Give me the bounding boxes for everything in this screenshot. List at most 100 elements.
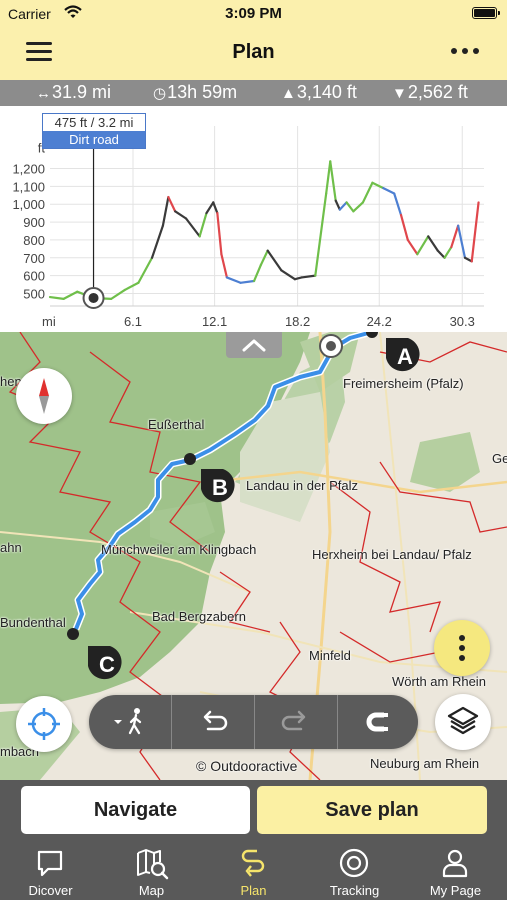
expand-profile-button[interactable] [226,332,282,358]
place-label: Ge [492,451,507,466]
my-location-button[interactable] [16,696,72,752]
compass-icon [39,378,49,414]
ascent-icon: ▲ [281,85,296,102]
profile-tooltip: 475 ft / 3.2 mi Dirt road [42,113,146,149]
profile-segment [361,181,374,204]
route-stats-bar: ↔31.9 mi ◷13h 59m ▲3,140 ft ▼2,562 ft [0,80,507,106]
profile-segment [382,187,396,195]
place-label: Wörth am Rhein [392,674,486,689]
record-target-icon [339,848,369,878]
place-label: Neuburg am Rhein [370,756,480,771]
stat-distance: ↔31.9 mi [36,82,112,102]
profile-segment [406,238,419,256]
undo-button[interactable] [172,695,254,749]
place-label: Bundenthal [0,615,66,630]
profile-segment [470,201,480,263]
redo-button[interactable] [255,695,337,749]
x-tick-label: 24.2 [367,314,392,329]
profile-segment [325,160,332,195]
navigate-button[interactable]: Navigate [21,786,250,834]
profile-segment [329,160,337,202]
magnet-icon [366,712,388,732]
profile-segment [225,276,242,284]
snap-to-path-button[interactable] [338,695,418,749]
chevron-up-icon [242,339,266,352]
map-view[interactable]: Freimersheim (Pfalz) Eußerthal Landau in… [0,332,507,780]
profile-segment [62,290,79,300]
profile-segment [314,192,328,277]
profile-segment [150,224,165,259]
profile-segment [174,210,188,220]
activity-selector-button[interactable] [89,695,171,749]
place-label: Minfeld [309,648,351,663]
profile-segment [123,281,140,292]
profile-segment [280,269,296,281]
distance-icon: ↔ [36,85,51,102]
page-title: Plan [232,41,275,63]
route-s-icon [241,849,265,877]
y-tick-label: 900 [23,215,45,230]
compass-button[interactable] [16,368,72,424]
tab-map[interactable]: Map [101,840,202,900]
place-label: ahn [0,540,22,555]
y-tick-label: 1,100 [12,179,45,194]
x-unit-label: mi [42,314,56,329]
save-plan-button[interactable]: Save plan [257,786,487,834]
x-tick-label: 30.3 [450,314,475,329]
map-attribution: © Outdooractive [196,758,298,774]
profile-segment [399,213,409,242]
x-tick-label: 18.2 [285,314,310,329]
profile-segment [48,295,65,300]
profile-segment [371,181,385,190]
profile-segment [338,201,348,211]
profile-segment [216,212,223,256]
y-tick-label: 1,000 [12,197,45,212]
waypoint-pin-b[interactable]: B [199,467,241,509]
status-bar: Carrier 3:09 PM [0,0,507,30]
waypoint-pin-a[interactable]: A [384,336,426,378]
layers-icon [447,706,479,735]
place-label: Freimersheim (Pfalz) [343,376,464,391]
tab-tracking[interactable]: Tracking [304,840,405,900]
profile-segment [436,249,446,259]
y-tick-label: 500 [23,287,45,302]
header-bar: Carrier 3:09 PM Plan [0,0,507,80]
descent-icon: ▼ [392,85,407,102]
place-label: Herxheim bei Landau/ Pfalz [312,547,472,562]
map-layers-button[interactable] [435,694,491,750]
profile-segment [137,256,154,284]
crosshair-icon [28,708,60,740]
place-label: Landau in der Pfalz [246,478,359,493]
profile-segment [416,235,430,256]
profile-segment [161,195,170,227]
profile-segment [427,235,439,252]
profile-segment [334,199,341,211]
battery-icon [472,7,500,19]
tab-plan[interactable]: Plan [203,840,304,900]
action-bar: Navigate Save plan [0,780,507,840]
profile-position-dot [88,292,99,303]
clock-icon: ◷ [153,85,167,102]
profile-segment [450,224,460,249]
waypoint-pin-c[interactable]: C [86,644,128,686]
tooltip-surface: Dirt road [43,131,145,148]
clock: 3:09 PM [225,5,282,22]
place-label: Münchweiler am Klingbach [101,542,257,557]
profile-segment [110,288,126,300]
more-options-button[interactable] [449,43,481,59]
tooltip-values: 475 ft / 3.2 mi [54,115,134,130]
x-tick-label: 12.1 [202,314,227,329]
tab-discover[interactable]: Dicover [0,840,101,900]
y-tick-label: 600 [23,269,45,284]
x-tick-label: 6.1 [124,314,142,329]
profile-segment [252,263,262,283]
stat-descent: ▼2,562 ft [392,82,468,102]
person-icon [442,849,468,878]
map-search-icon [137,849,169,880]
tab-my-page[interactable]: My Page [405,840,506,900]
elevation-profile[interactable]: ft1,2001,1001,000900800700600500 6.112.1… [0,106,507,332]
stat-ascent: ▲3,140 ft [281,82,357,102]
profile-segment [239,279,256,284]
map-more-button[interactable] [434,620,490,676]
y-tick-label: 700 [23,251,45,266]
